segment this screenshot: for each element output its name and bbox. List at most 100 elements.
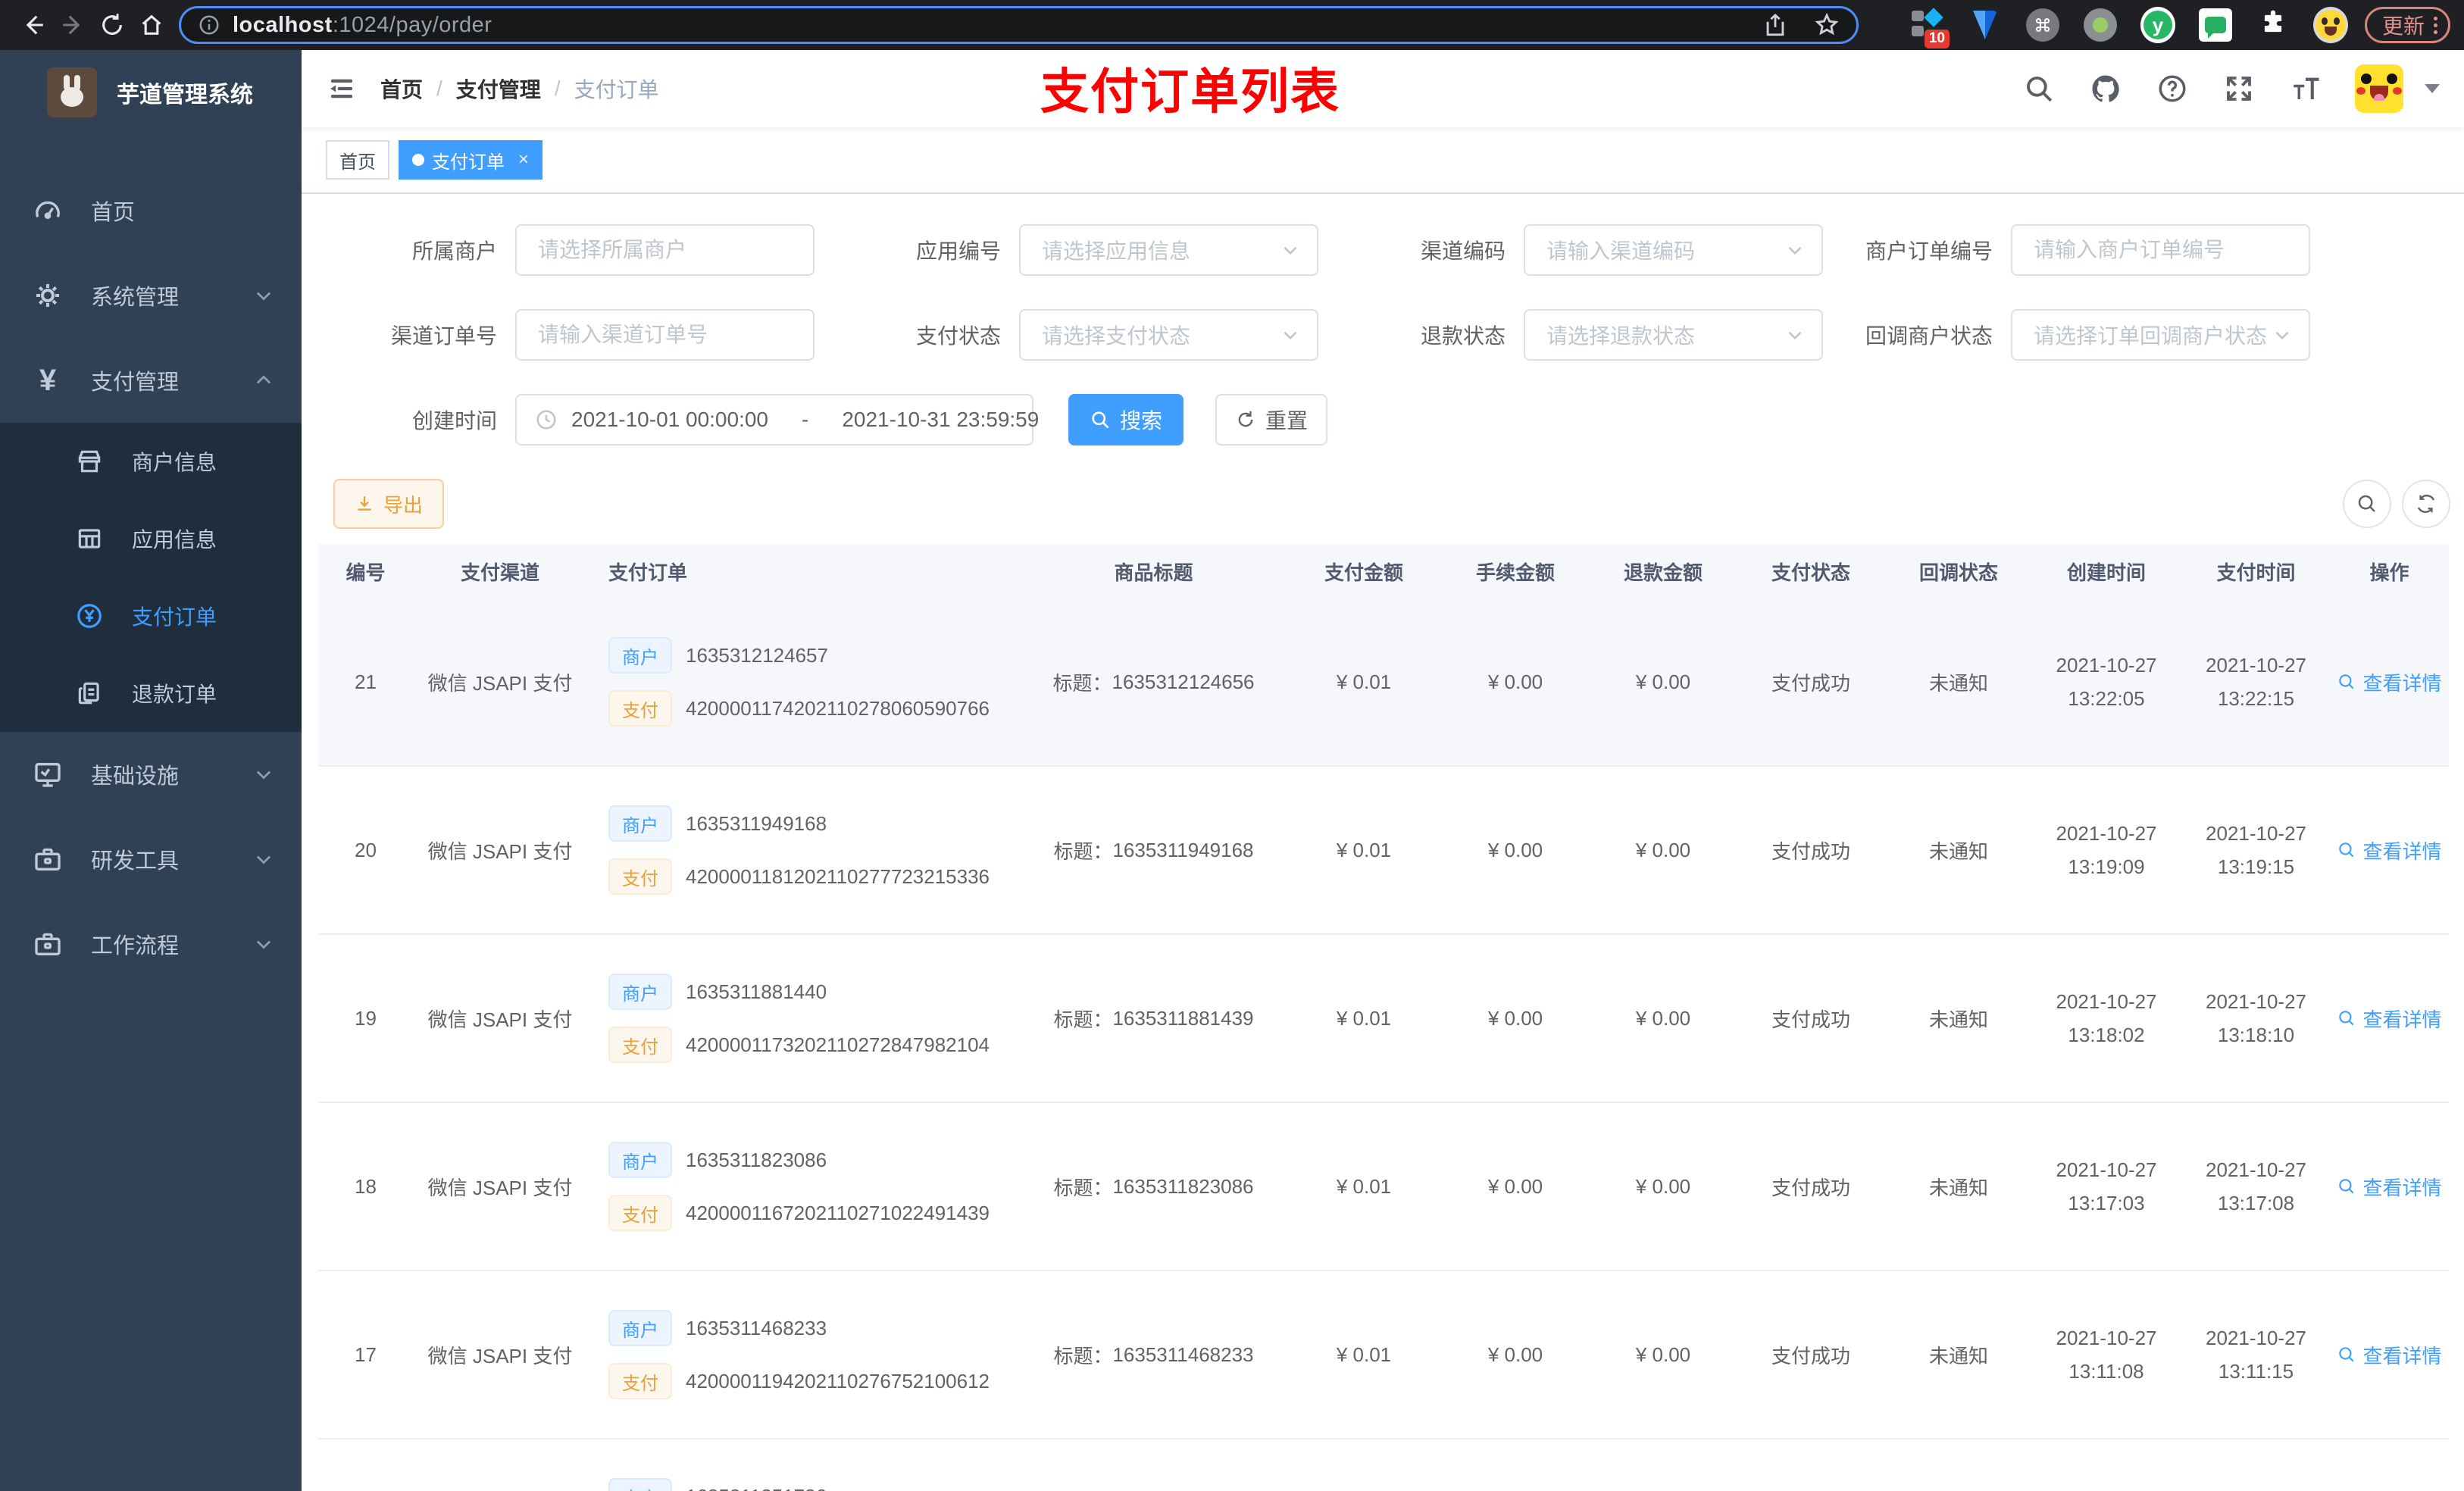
cell-pay-order: 商户 1635312124657 支付 42000011742021102780… [587,637,1019,727]
extension-row: 10 y [1910,7,2348,48]
cell-fee-amount: ¥ 0.00 [1487,838,1543,861]
merchant-input[interactable] [515,224,815,276]
refund-status-select[interactable]: 请选择退款状态 [1524,309,1823,361]
callback-status-label: 回调商户状态 [1865,324,1993,348]
fullscreen-icon[interactable] [2222,71,2256,106]
sidebar-item-workflow[interactable]: 工作流程 [0,902,302,986]
chevron-down-icon [1280,325,1300,345]
reload-icon[interactable] [92,5,132,45]
sidebar-item-home[interactable]: 首页 [0,168,302,253]
col-refund-amount: 退款金额 [1623,561,1703,584]
share-icon[interactable] [1762,12,1788,38]
site-info-icon[interactable] [198,14,220,36]
cell-channel: 微信 JSAPI 支付 [427,1008,573,1031]
cell-action: 查看详情 [2330,668,2449,696]
merchant-order-no: 1635311468233 [686,1316,827,1339]
puzzle-extensions-icon[interactable] [2256,8,2290,42]
merchant-order-no: 1635311823086 [686,1148,827,1171]
yapi-extension-icon[interactable]: y [2140,7,2175,43]
user-avatar[interactable] [2355,64,2403,113]
app-select[interactable]: 请选择应用信息 [1019,224,1318,276]
create-time-range-picker[interactable]: 2021-10-01 00:00:00 - 2021-10-31 23:59:5… [515,394,1039,445]
cell-create-time: 2021-10-27 13:17:03 [2056,1158,2157,1214]
sidebar-item-infrastructure[interactable]: 基础设施 [0,732,302,817]
pay-status-select[interactable]: 请选择支付状态 [1019,309,1318,361]
callback-status-select[interactable]: 请选择订单回调商户状态 [2011,309,2310,361]
cell-pay-status: 支付成功 [1771,1008,1850,1031]
tab-manager-extension-icon[interactable]: 10 [1910,8,1950,48]
channel-order-no-field[interactable] [517,311,813,359]
cell-create-time: 2021-10-27 13:22:05 [2056,654,2157,710]
profile-avatar-icon[interactable] [2312,7,2348,43]
pay-status-label: 支付状态 [915,324,1001,348]
extension-badge: 10 [1924,30,1950,48]
chat-extension-icon[interactable] [2198,8,2233,42]
cell-create-time: 2021-10-27 13:19:09 [2056,822,2157,878]
command-extension-icon[interactable] [2025,8,2060,42]
merchant-order-no-field[interactable] [2012,226,2309,274]
cell-id: 18 [355,1174,377,1198]
cell-action: 查看详情 [2330,1341,2449,1369]
spinnaker-extension-icon[interactable] [1968,8,2003,42]
browser-toolbar: localhost:1024/pay/order 10 y 更新 [0,0,2464,50]
export-button[interactable]: 导出 [333,479,445,529]
channel-order-no-label: 渠道订单号 [390,324,497,348]
dashboard-icon [30,193,65,228]
show-search-toggle-button[interactable] [2343,480,2391,528]
sidebar-item-pay-order[interactable]: 支付订单 [0,577,302,655]
active-dot-icon [412,154,424,166]
hamburger-icon[interactable] [326,73,358,105]
view-detail-link[interactable]: 查看详情 [2337,1005,2442,1033]
search-button[interactable]: 搜索 [1068,394,1184,445]
channel-code-select[interactable]: 请输入渠道编码 [1524,224,1823,276]
cell-callback-status: 未通知 [1928,1344,1988,1368]
app-logo-row[interactable]: 芋道管理系统 [0,50,302,135]
breadcrumb-pay[interactable]: 支付管理 [456,73,541,104]
github-icon[interactable] [2088,71,2123,106]
cell-create-time: 2021-10-27 13:11:08 [2056,1327,2157,1383]
document-copy-icon [73,677,106,710]
merchant-input-field[interactable] [517,226,813,274]
toolbox-icon [30,842,65,877]
update-button[interactable]: 更新 [2364,7,2450,43]
cell-refund-amount: ¥ 0.00 [1635,1174,1691,1198]
reset-button[interactable]: 重置 [1215,394,1328,445]
search-icon[interactable] [2022,71,2056,106]
view-detail-link[interactable]: 查看详情 [2337,668,2442,696]
sidebar-item-merchant-info[interactable]: 商户信息 [0,423,302,500]
sidebar-item-app-info[interactable]: 应用信息 [0,500,302,577]
sidebar-item-dev-tools[interactable]: 研发工具 [0,817,302,902]
cell-pay-amount: ¥ 0.01 [1336,1343,1392,1366]
view-detail-link[interactable]: 查看详情 [2337,836,2442,864]
pay-order-no: 4200001194202110276752100612 [686,1369,990,1393]
close-tag-icon[interactable]: × [518,149,529,170]
refresh-button[interactable] [2402,480,2450,528]
pay-tag: 支付 [608,1195,672,1231]
date-start: 2021-10-01 00:00:00 [571,408,768,431]
back-icon[interactable] [14,5,53,45]
bookmark-star-icon[interactable] [1814,12,1840,38]
dot-extension-icon[interactable] [2083,8,2118,42]
cell-id: 19 [355,1006,377,1030]
avatar-caret-icon[interactable] [2425,84,2440,93]
menu-dots-icon[interactable] [2434,16,2437,34]
tag-pay-order[interactable]: 支付订单 × [399,140,543,180]
home-icon[interactable] [132,5,171,45]
sidebar-item-pay[interactable]: ¥ 支付管理 [0,338,302,423]
col-title: 商品标题 [1114,561,1193,584]
font-size-icon[interactable] [2288,71,2323,106]
sidebar-item-system[interactable]: 系统管理 [0,253,302,338]
table-body: 21 微信 JSAPI 支付 商户 1635312124657 支付 42000… [318,599,2449,1491]
forward-icon[interactable] [53,5,92,45]
help-icon[interactable] [2155,71,2190,106]
col-create-time: 创建时间 [2066,561,2146,584]
merchant-order-no-input[interactable] [2011,224,2310,276]
view-detail-link[interactable]: 查看详情 [2337,1173,2442,1201]
address-bar[interactable]: localhost:1024/pay/order [179,6,1859,44]
breadcrumb-home[interactable]: 首页 [380,73,423,104]
cell-title: 标题： 1635311949168 [1053,838,1254,863]
tag-home[interactable]: 首页 [326,140,389,180]
sidebar-item-refund-order[interactable]: 退款订单 [0,655,302,732]
channel-order-no-input[interactable] [515,309,815,361]
view-detail-link[interactable]: 查看详情 [2337,1341,2442,1369]
